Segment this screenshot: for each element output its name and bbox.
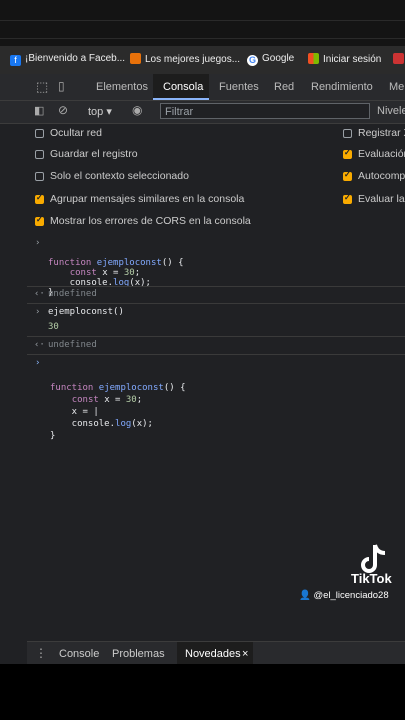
devtools-tabs: ⬚ ▯ Elementos Consola Fuentes Red Rendim… [0,74,405,101]
bookmark-label: ¡Bienvenido a Faceb... [25,53,126,64]
code-line: const x = 30; [69,268,141,278]
filter-placeholder: Filtrar [165,106,194,118]
code-line: function ejemploconst() { [48,258,184,268]
tiktok-username: 👤 @el_licenciado28 [299,590,389,601]
checkbox-solo-contexto[interactable] [35,172,44,181]
row-separator [27,354,405,355]
console-output[interactable]: › function ejemploconst() { const x = 30… [27,234,405,639]
row-separator [27,303,405,304]
console-result-2: undefined [48,340,97,350]
context-selector[interactable]: top ▾ [88,105,112,118]
google-icon: G [247,55,258,66]
console-toolbar: ◧ ⊘ top ▾ ◉ Filtrar Nivele [0,101,405,124]
tiktok-username-label: @el_licenciado28 [313,590,389,601]
bookmark-google[interactable]: G Google [247,53,294,66]
setting-label: Autocomp [358,170,405,182]
context-label: top [88,106,104,118]
tab-elementos[interactable]: Elementos [96,81,148,93]
eye-icon[interactable]: ◉ [132,103,142,117]
device-toolbar-icon[interactable]: ▯ [58,79,65,93]
drawer-tabs: ⋮ Console Problemas Novedades × [27,641,405,664]
tab-rendimiento[interactable]: Rendimiento [311,81,373,93]
browser-top-strip [0,0,405,46]
bookmark-facebook[interactable]: f ¡Bienvenido a Faceb... [10,53,125,66]
tab-consola[interactable]: Consola [163,81,203,93]
inspect-icon[interactable]: ⬚ [36,79,48,95]
active-prompt-icon: › [35,358,41,368]
bookmark-games[interactable]: Los mejores juegos... [130,53,240,65]
checkbox-agrupar-mensajes[interactable] [35,193,44,204]
setting-label: Ocultar red [50,127,102,139]
checkbox-ocultar-red[interactable] [35,129,44,138]
bookmark-label: Iniciar sesión [323,54,382,65]
console-output-2: 30 [48,322,59,332]
drawer-tab-problemas[interactable]: Problemas [112,648,165,660]
tab-more[interactable]: Me [389,81,404,93]
checkbox-guardar-registro[interactable] [35,150,44,159]
row-separator [27,286,405,287]
bookmark-login[interactable]: Iniciar sesión [308,53,381,65]
console-result-1: undefined [48,289,97,299]
setting-label: Evaluación [358,148,405,160]
bookmark-icon [393,53,404,64]
more-options-icon[interactable]: ⋮ [35,646,47,660]
code-line: } [50,431,56,441]
drawer-tab-novedades[interactable]: Novedades [185,648,241,660]
setting-label: Registrar X [358,127,405,139]
filter-input[interactable]: Filtrar [160,103,370,119]
result-arrow-icon: ‹· [34,340,45,350]
console-entry-2: ejemploconst() [48,307,124,317]
setting-label: Guardar el registro [50,148,138,160]
console-settings: Ocultar red Guardar el registro Solo el … [27,124,405,235]
input-prompt-icon: › [35,307,41,317]
tab-red[interactable]: Red [274,81,294,93]
setting-label: Evaluar la [358,193,405,205]
code-line: const x = 30; [71,395,143,405]
tab-fuentes[interactable]: Fuentes [219,81,259,93]
setting-label: Agrupar mensajes similares en la consola [50,193,245,205]
bookmark-label: Los mejores juegos... [145,54,241,65]
drawer-tab-console[interactable]: Console [59,648,99,660]
setting-label: Solo el contexto seleccionado [50,170,189,182]
facebook-icon: f [10,55,21,66]
code-line: console.log(x); [50,419,153,429]
code-line: x = | [50,407,99,417]
checkbox-evaluar[interactable] [343,193,352,204]
devtools-panel: ⬚ ▯ Elementos Consola Fuentes Red Rendim… [0,74,405,664]
user-icon: 👤 [299,590,311,601]
close-icon[interactable]: × [242,648,248,660]
clear-console-icon[interactable]: ⊘ [58,103,68,117]
result-arrow-icon: ‹· [34,289,45,299]
row-separator [27,336,405,337]
console-entry-1: function ejemploconst() { const x = 30; … [48,238,184,318]
sidebar-toggle-icon[interactable]: ◧ [34,104,44,117]
checkbox-autocomp[interactable] [343,170,352,181]
setting-label: Mostrar los errores de CORS en la consol… [50,215,251,227]
input-prompt-icon: › [35,238,41,248]
bookmarks-bar: f ¡Bienvenido a Faceb... Los mejores jueg… [0,46,405,74]
microsoft-icon [308,53,319,64]
bookmark-extra[interactable] [393,53,405,65]
console-input-editor[interactable]: function ejemploconst() { const x = 30; … [50,358,186,466]
bookmark-label: Google [262,53,295,64]
left-gutter [0,234,27,664]
checkbox-registrar[interactable] [343,129,352,138]
game-icon [130,53,141,64]
code-line: function ejemploconst() { [50,383,186,393]
checkbox-errores-cors[interactable] [35,215,44,226]
levels-dropdown[interactable]: Nivele [377,105,405,117]
checkbox-evaluacion[interactable] [343,148,352,159]
tiktok-brand: TikTok [351,571,392,586]
